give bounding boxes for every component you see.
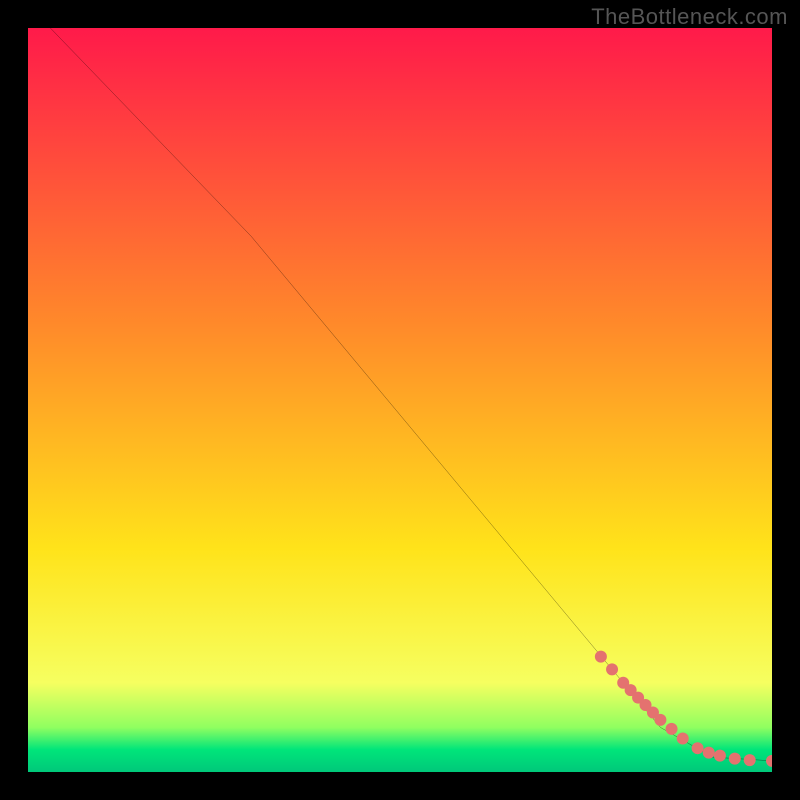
point-points [595, 651, 607, 663]
point-points [692, 742, 704, 754]
point-points [744, 754, 756, 766]
point-points [654, 714, 666, 726]
point-points [677, 733, 689, 745]
point-points [666, 723, 678, 735]
point-points [714, 750, 726, 762]
watermark-text: TheBottleneck.com [591, 4, 788, 30]
point-points [729, 753, 741, 765]
point-points [703, 747, 715, 759]
chart-plot [28, 28, 772, 772]
chart-frame: TheBottleneck.com [0, 0, 800, 800]
point-points [606, 663, 618, 675]
plot-background [28, 28, 772, 772]
